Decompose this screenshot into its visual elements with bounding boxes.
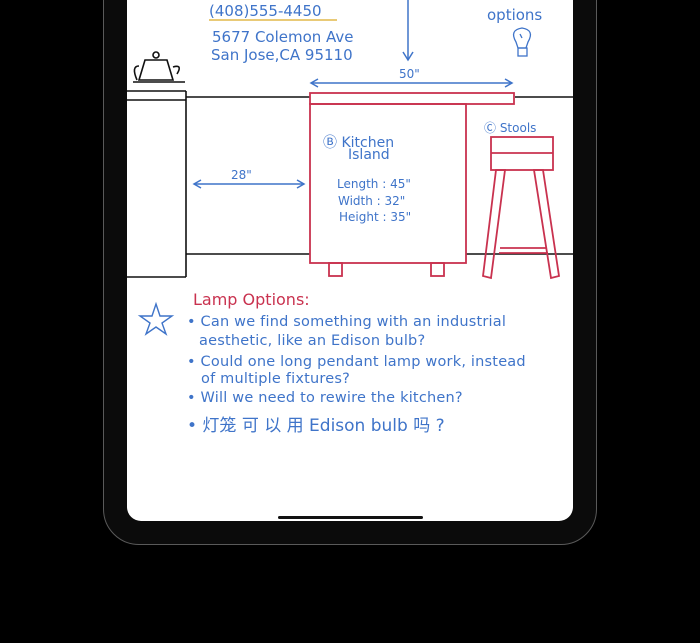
list-item-continued: of multiple fixtures? (201, 371, 351, 387)
lamp-options-title: Lamp Options: (193, 290, 310, 309)
island-length: Length : 45" (337, 177, 411, 191)
island-width: Width : 32" (338, 194, 406, 208)
list-item: • 灯笼 可 以 用 Edison bulb 吗 ? (187, 416, 445, 436)
address-line-1: 5677 Colemon Ave (212, 28, 354, 46)
address-line-2: San Jose,CA 95110 (211, 46, 353, 64)
notes-canvas[interactable]: (408)555-4450 5677 Colemon Ave San Jose,… (127, 0, 573, 521)
lightbulb-icon (512, 27, 532, 57)
down-arrow (402, 0, 414, 62)
island-height: Height : 35" (339, 210, 412, 224)
stools-label: Ⓒ Stools (484, 121, 537, 135)
island-label-line2: Island (348, 147, 390, 163)
list-item: • Will we need to rewire the kitchen? (187, 390, 463, 406)
aisle-width-label: 28" (231, 168, 252, 182)
phone-number: (408)555-4450 (209, 2, 322, 20)
top-width-label: 50" (399, 67, 420, 81)
list-item: • Can we find something with an industri… (187, 314, 507, 330)
kettle-icon (133, 51, 185, 83)
list-item: • Could one long pendant lamp work, inst… (187, 354, 526, 370)
list-item-continued: aesthetic, like an Edison bulb? (199, 333, 426, 349)
star-icon (137, 301, 175, 336)
options-label: options (487, 6, 543, 24)
sketch-drawing (127, 0, 573, 336)
stool-drawing (482, 136, 561, 280)
home-indicator[interactable] (278, 516, 423, 519)
